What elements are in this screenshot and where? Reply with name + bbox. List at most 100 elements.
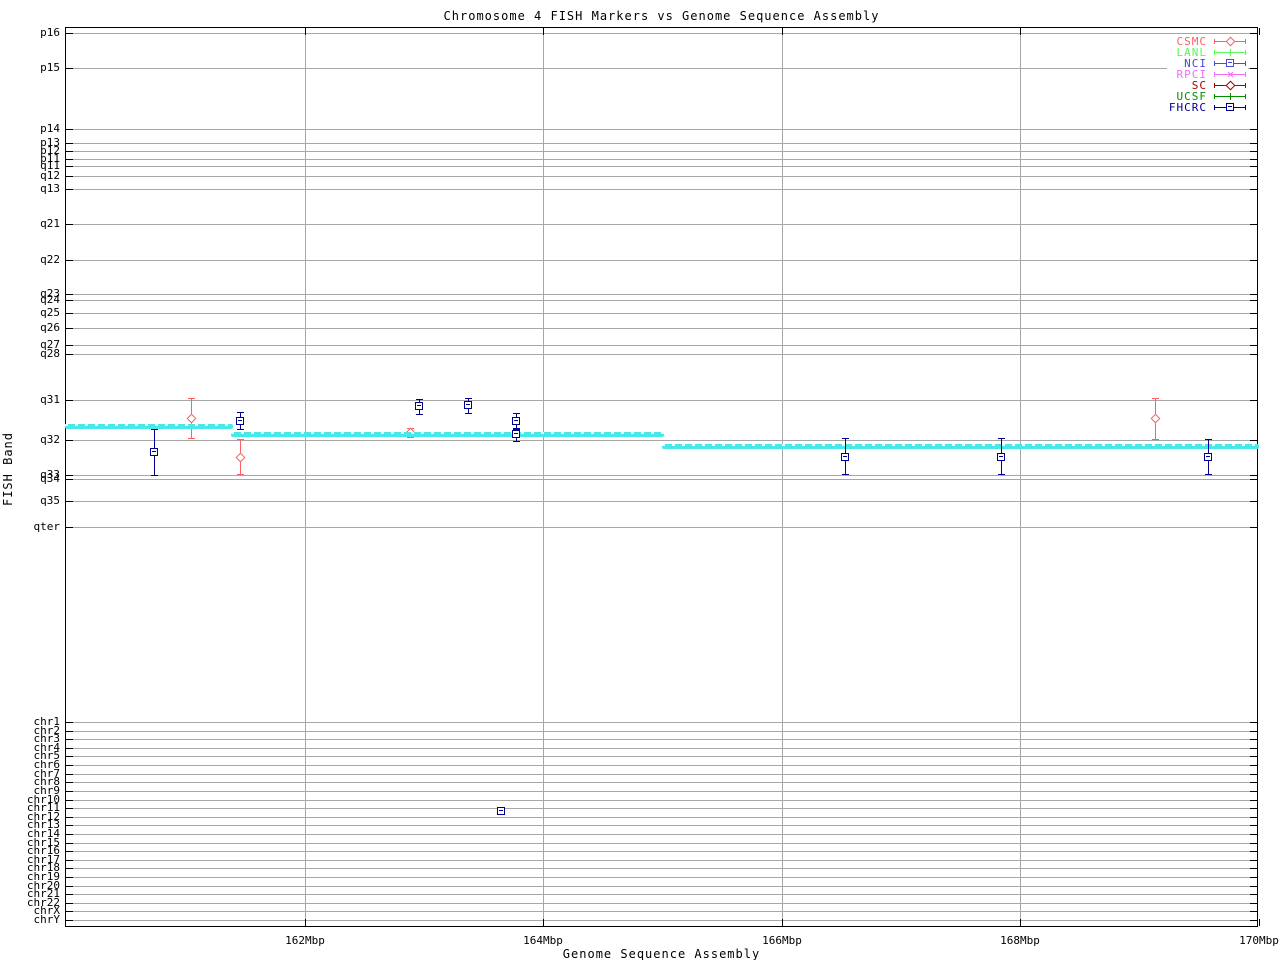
y-tick-right (1250, 260, 1257, 261)
y-tick-left (66, 143, 73, 144)
gridline-h-q11 (66, 166, 1257, 167)
x-tick-top (543, 28, 544, 35)
gridline-h-chr1 (66, 722, 1257, 723)
legend-cap-right (1245, 105, 1246, 110)
square-marker-dot (466, 404, 470, 405)
legend-cap-right (1245, 39, 1246, 44)
y-tick-left (66, 176, 73, 177)
CSMC-errorbar-cap-bottom (1152, 439, 1159, 440)
legend-cap-right (1245, 61, 1246, 66)
y-tick-right (1250, 877, 1257, 878)
y-tick-left (66, 791, 73, 792)
FHCRC-point (150, 448, 158, 456)
y-tick-left (66, 808, 73, 809)
FHCRC-point (497, 807, 505, 815)
x-tick-bottom (1020, 919, 1021, 926)
y-tick-left (66, 860, 73, 861)
y-tick-right (1250, 527, 1257, 528)
gridline-h-q34 (66, 479, 1257, 480)
y-tick-right (1250, 886, 1257, 887)
y-tick-left (66, 834, 73, 835)
y-tick-right (1250, 748, 1257, 749)
y-tick-left (66, 313, 73, 314)
legend-marker-diamond (1225, 80, 1236, 91)
y-tick-left (66, 328, 73, 329)
gridline-v-164Mbp (543, 28, 544, 926)
gridline-h-qter (66, 527, 1257, 528)
y-tick-right (1250, 860, 1257, 861)
gridline-h-chr18 (66, 868, 1257, 869)
gridline-h-chr15 (66, 843, 1257, 844)
x-tick-bottom (543, 919, 544, 926)
CSMC-errorbar-cap-bottom (188, 438, 195, 439)
gridline-h-chr21 (66, 894, 1257, 895)
y-tick-right (1250, 68, 1257, 69)
FHCRC-errorbar-cap-top (513, 428, 520, 429)
gridline-h-q22 (66, 260, 1257, 261)
y-tick-left (66, 886, 73, 887)
y-tick-right (1250, 479, 1257, 480)
y-tick-left (66, 300, 73, 301)
legend-cap-left (1214, 50, 1215, 55)
gridline-v-162Mbp (305, 28, 306, 926)
y-tick-right (1250, 739, 1257, 740)
y-tick-left (66, 868, 73, 869)
x-tick-top (1259, 28, 1260, 35)
gridline-v-168Mbp (1020, 28, 1021, 926)
square-marker-dot (1206, 456, 1210, 457)
y-tick-right (1250, 151, 1257, 152)
gridline-h-q13 (66, 189, 1257, 190)
y-tick-label-q21: q21 (40, 217, 60, 230)
square-marker-dot (152, 451, 156, 452)
y-tick-right (1250, 791, 1257, 792)
legend-marker-square (1226, 103, 1234, 111)
y-tick-left (66, 224, 73, 225)
y-tick-left (66, 739, 73, 740)
y-tick-right (1250, 817, 1257, 818)
gridline-h-chrX (66, 911, 1257, 912)
CSMC-point (186, 413, 197, 424)
gridline-h-chr4 (66, 748, 1257, 749)
legend-cap-right (1245, 72, 1246, 77)
x-tick-bottom (782, 919, 783, 926)
FHCRC-point (415, 402, 423, 410)
gridline-h-chr6 (66, 765, 1257, 766)
y-tick-left (66, 501, 73, 502)
y-tick-left (66, 920, 73, 921)
y-tick-right (1250, 722, 1257, 723)
y-tick-left (66, 894, 73, 895)
y-tick-label-q34: q34 (40, 472, 60, 485)
y-tick-label-q12: q12 (40, 169, 60, 182)
y-tick-left (66, 911, 73, 912)
gridline-h-q24 (66, 300, 1257, 301)
legend-sample-line (1214, 59, 1246, 68)
gridline-v-166Mbp (782, 28, 783, 926)
y-tick-label-q22: q22 (40, 253, 60, 266)
y-tick-right (1250, 782, 1257, 783)
y-tick-right (1250, 313, 1257, 314)
y-tick-left (66, 345, 73, 346)
legend-cap-left (1214, 94, 1215, 99)
gridline-h-p13 (66, 143, 1257, 144)
legend-item-LANL: LANL (1169, 47, 1246, 58)
gridline-h-q25 (66, 313, 1257, 314)
x-tick-bottom (1259, 919, 1260, 926)
x-tick-label-164Mbp: 164Mbp (523, 934, 563, 947)
FHCRC-errorbar-cap-top (842, 438, 849, 439)
x-axis-label: Genome Sequence Assembly (562, 947, 761, 960)
gridline-h-chr14 (66, 834, 1257, 835)
assembly-highlight-segment (231, 432, 664, 437)
y-tick-left (66, 851, 73, 852)
assembly-highlight-segment (65, 424, 233, 429)
square-marker-dot (238, 420, 242, 421)
gridline-h-p15 (66, 68, 1257, 69)
CSMC-point (235, 452, 246, 463)
legend-cap-left (1214, 61, 1215, 66)
y-tick-left (66, 189, 73, 190)
y-tick-left (66, 294, 73, 295)
y-tick-right (1250, 920, 1257, 921)
y-tick-left (66, 765, 73, 766)
y-tick-label-chrY: chrY (33, 913, 61, 926)
x-tick-top (305, 28, 306, 35)
y-tick-right (1250, 894, 1257, 895)
